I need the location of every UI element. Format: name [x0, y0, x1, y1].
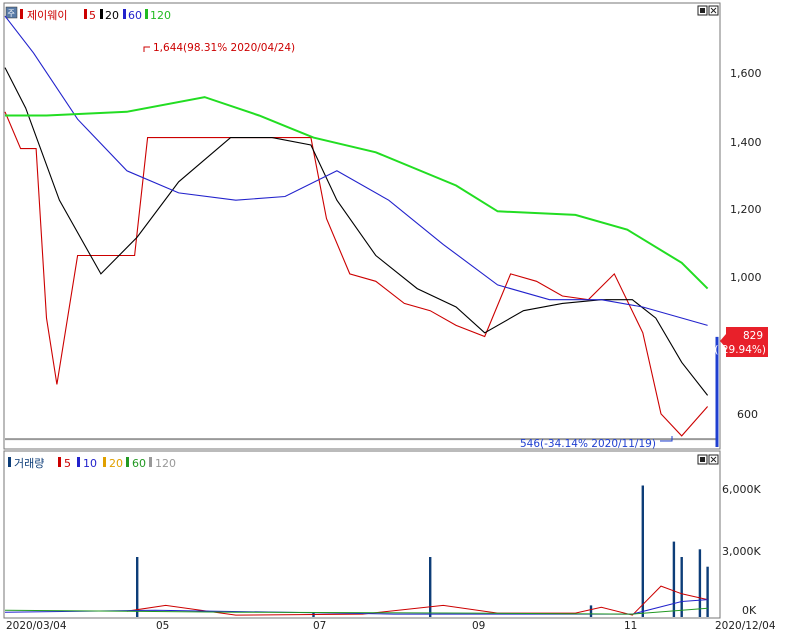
x-tick: 05 — [156, 620, 169, 632]
volume-panel-close-button[interactable] — [708, 454, 719, 465]
price-panel-maximize-button[interactable] — [697, 5, 708, 16]
legend-vma20: 20 — [109, 457, 123, 470]
price-y-axis: 600 800 1,000 1,200 1,400 1,600 — [730, 67, 762, 421]
price-y-tick: 600 — [737, 408, 758, 421]
volume-y-tick: 3,000K — [722, 545, 761, 558]
volume-bar — [589, 605, 593, 617]
x-axis: 2020/03/04 05 07 09 11 2020/12/04 — [6, 620, 776, 632]
legend-vma5: 5 — [64, 457, 71, 470]
low-annotation: 546(-34.14% 2020/11/19) — [520, 438, 656, 450]
stock-name: 제이웨이 — [27, 9, 67, 22]
stock-chart: 주 제이웨이 5 20 60 120 거래량 5 10 20 60 120 60… — [3, 2, 776, 632]
volume-bar — [641, 485, 644, 617]
volume-panel — [3, 450, 721, 619]
x-tick: 2020/12/04 — [715, 620, 776, 632]
volume-bar — [680, 557, 683, 617]
volume-title: 거래량 — [14, 457, 44, 470]
legend-vma60: 60 — [132, 457, 146, 470]
volume-y-axis: 0K 3,000K 6,000K — [722, 483, 761, 617]
volume-bar — [706, 566, 709, 617]
svg-text:주: 주 — [8, 9, 15, 18]
x-tick: 07 — [313, 620, 326, 632]
high-annotation: 1,644(98.31% 2020/04/24) — [153, 42, 295, 54]
volume-y-tick: 0K — [742, 604, 757, 617]
price-y-tick: 1,400 — [730, 136, 762, 149]
price-y-tick: 1,000 — [730, 271, 762, 284]
current-change-pct: ( 29.94%) — [714, 344, 766, 356]
legend-vma10: 10 — [83, 457, 97, 470]
current-price: 829 — [743, 330, 763, 342]
legend-ma60: 60 — [128, 9, 142, 22]
volume-bar — [698, 549, 702, 617]
price-panel-close-button[interactable] — [708, 5, 719, 16]
legend-ma120: 120 — [150, 9, 171, 22]
volume-bar — [672, 541, 676, 617]
x-tick: 11 — [624, 620, 637, 632]
x-tick: 09 — [472, 620, 485, 632]
x-tick: 2020/03/04 — [6, 620, 67, 632]
legend-ma20: 20 — [105, 9, 119, 22]
volume-panel-maximize-button[interactable] — [697, 454, 708, 465]
legend-ma5: 5 — [89, 9, 96, 22]
volume-bar — [136, 557, 139, 617]
current-price-label: 829 ( 29.94%) — [714, 327, 768, 357]
price-y-tick: 1,200 — [730, 203, 762, 216]
legend-vma120: 120 — [155, 457, 176, 470]
price-y-tick: 1,600 — [730, 67, 762, 80]
volume-bar — [429, 557, 432, 617]
volume-y-tick: 6,000K — [722, 483, 761, 496]
